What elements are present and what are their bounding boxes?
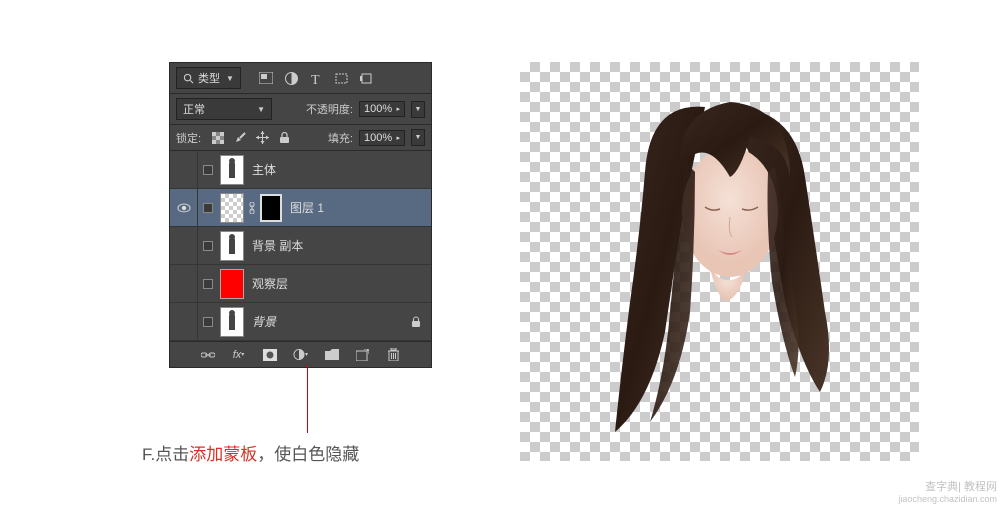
layer-thumbnail[interactable] <box>220 231 244 261</box>
filter-label: 类型 <box>198 70 220 86</box>
visibility-toggle[interactable] <box>170 151 198 188</box>
fill-label: 填充: <box>328 130 353 146</box>
callout-text: F.点击添加蒙板，使白色隐藏 <box>142 440 359 465</box>
layer-row[interactable]: 主体 <box>170 151 431 189</box>
visibility-toggle[interactable] <box>170 227 198 264</box>
fill-value[interactable]: 100%▸ <box>359 130 405 146</box>
filter-smart-icon[interactable] <box>359 71 374 86</box>
new-layer-icon[interactable] <box>355 347 370 362</box>
layer-thumbnail[interactable] <box>220 307 244 337</box>
layer-checkbox[interactable] <box>203 203 213 213</box>
svg-text:T: T <box>311 73 320 85</box>
filter-adjustment-icon[interactable] <box>284 71 299 86</box>
filter-pixel-icon[interactable] <box>259 71 274 86</box>
opacity-label: 不透明度: <box>306 101 353 117</box>
layer-row[interactable]: 图层 1 <box>170 189 431 227</box>
layer-thumbnail[interactable] <box>220 155 244 185</box>
layer-checkbox[interactable] <box>203 241 213 251</box>
delete-icon[interactable] <box>386 347 401 362</box>
lock-position-icon[interactable] <box>255 131 269 145</box>
add-mask-icon[interactable] <box>262 347 277 362</box>
layer-checkbox[interactable] <box>203 165 213 175</box>
layers-panel: 类型 ▼ T 正常 ▼ 不透明度: 100%▸ ▼ 锁定: <box>169 62 432 368</box>
visibility-toggle[interactable] <box>170 303 198 340</box>
visibility-toggle[interactable] <box>170 189 198 226</box>
lock-paint-icon[interactable] <box>233 131 247 145</box>
layer-thumbnail[interactable] <box>220 193 244 223</box>
fill-dropdown-arrow[interactable]: ▼ <box>411 129 425 146</box>
lock-transparent-icon[interactable] <box>211 131 225 145</box>
layer-name: 背景 副本 <box>252 237 303 254</box>
layers-bottom-bar: fx▾ ▾ <box>170 341 431 367</box>
blend-mode-dropdown[interactable]: 正常 ▼ <box>176 98 272 120</box>
layer-name: 图层 1 <box>290 199 324 216</box>
lock-label: 锁定: <box>176 130 201 146</box>
search-icon <box>183 73 194 84</box>
layer-name: 主体 <box>252 161 276 178</box>
visibility-toggle[interactable] <box>170 265 198 302</box>
opacity-dropdown-arrow[interactable]: ▼ <box>411 101 425 118</box>
opacity-value[interactable]: 100%▸ <box>359 101 405 117</box>
lock-row: 锁定: 填充: 100%▸ ▼ <box>170 125 431 151</box>
filter-type-icon[interactable]: T <box>309 71 324 86</box>
layer-thumbnail[interactable] <box>220 269 244 299</box>
watermark: 查字典| 教程网 jiaocheng.chazidian.com <box>898 480 997 506</box>
layer-checkbox[interactable] <box>203 317 213 327</box>
filter-shape-icon[interactable] <box>334 71 349 86</box>
link-icon <box>248 202 256 214</box>
lock-all-icon[interactable] <box>277 131 291 145</box>
layer-row[interactable]: 背景 副本 <box>170 227 431 265</box>
layer-name: 观察层 <box>252 275 288 292</box>
layer-row[interactable]: 背景 <box>170 303 431 341</box>
layer-mask-thumbnail[interactable] <box>260 194 282 222</box>
layer-list: 主体 图层 1 背景 副本 <box>170 151 431 341</box>
blend-row: 正常 ▼ 不透明度: 100%▸ ▼ <box>170 94 431 125</box>
layer-row[interactable]: 观察层 <box>170 265 431 303</box>
preview-image <box>520 62 919 461</box>
layer-checkbox[interactable] <box>203 279 213 289</box>
chevron-down-icon: ▼ <box>257 105 265 114</box>
cutout-illustration <box>590 82 840 442</box>
callout-line <box>307 365 308 433</box>
fx-icon[interactable]: fx▾ <box>231 347 246 362</box>
filter-row: 类型 ▼ T <box>170 63 431 94</box>
blend-mode-label: 正常 <box>183 101 205 117</box>
link-layers-icon[interactable] <box>200 347 215 362</box>
lock-icon <box>411 316 421 328</box>
filter-type-dropdown[interactable]: 类型 ▼ <box>176 67 241 89</box>
adjustment-layer-icon[interactable]: ▾ <box>293 347 308 362</box>
chevron-down-icon: ▼ <box>226 74 234 83</box>
group-icon[interactable] <box>324 347 339 362</box>
eye-icon <box>177 203 191 213</box>
layer-name: 背景 <box>252 313 276 330</box>
